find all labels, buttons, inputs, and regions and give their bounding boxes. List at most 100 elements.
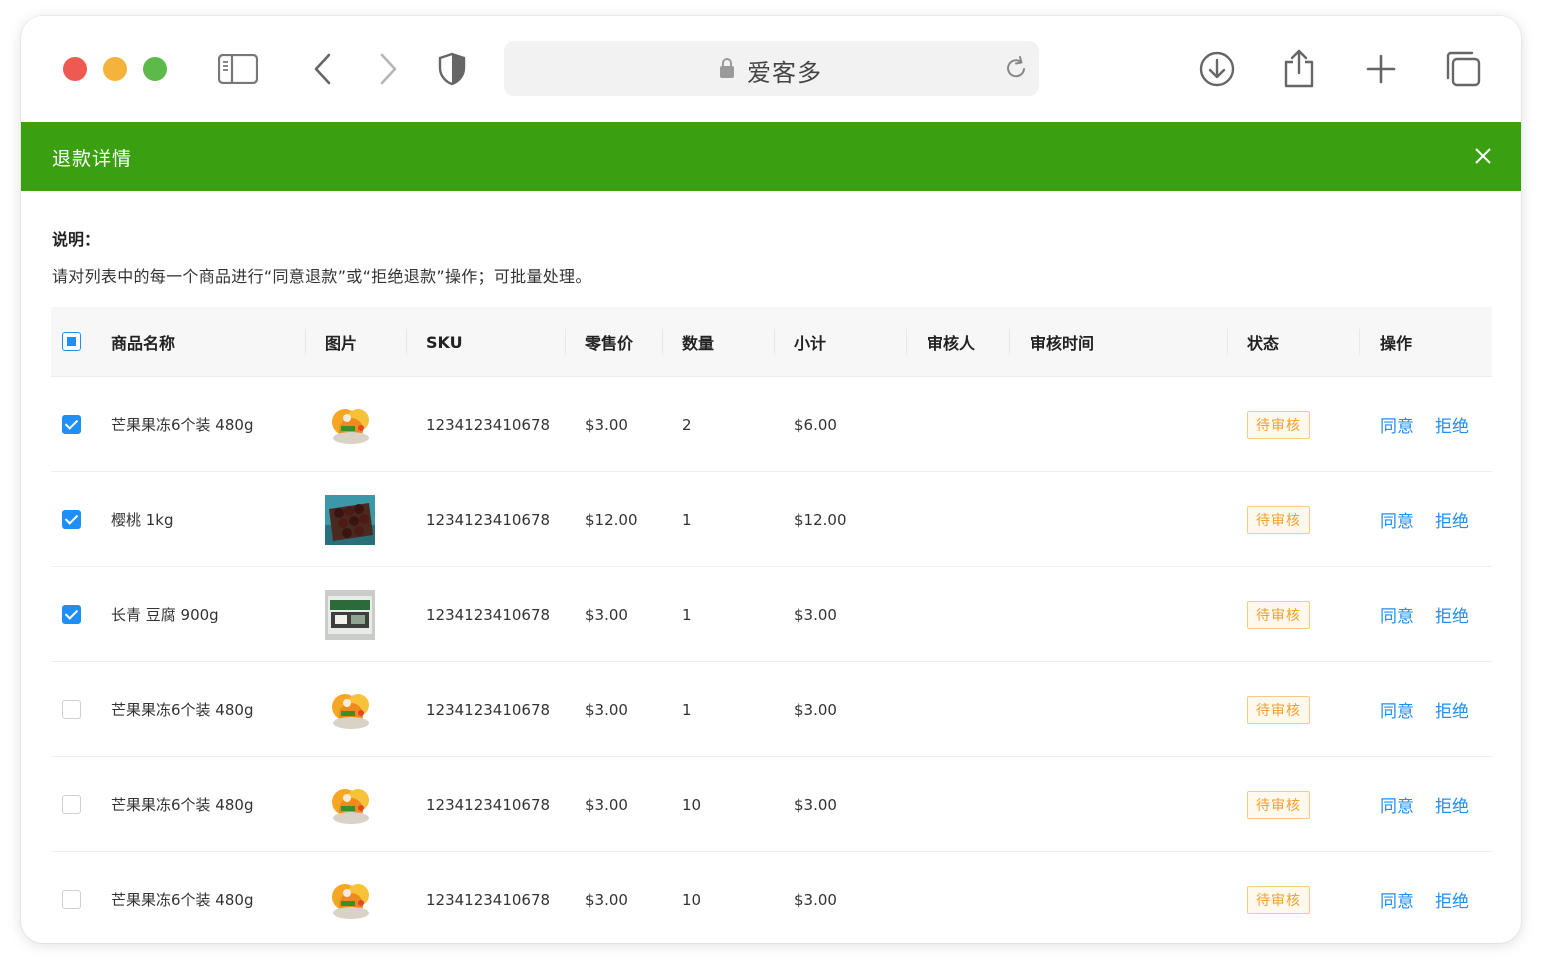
approve-link-label[interactable]: 同意 (1380, 507, 1414, 532)
status-cell: 待审核 (1247, 567, 1310, 662)
status-badge: 待审核 (1247, 885, 1310, 914)
row-checkbox[interactable] (62, 510, 81, 529)
reject-link-label[interactable]: 拒绝 (1435, 792, 1469, 817)
row-checkbox[interactable] (62, 890, 81, 909)
approve-link-label[interactable]: 同意 (1380, 697, 1414, 722)
zoom-window-button[interactable] (143, 57, 167, 81)
approve-link-label[interactable]: 同意 (1380, 792, 1414, 817)
retail-price: $3.00 (585, 700, 628, 719)
retail-price: $3.00 (585, 890, 628, 909)
share-button[interactable] (1278, 48, 1320, 90)
privacy-shield-button[interactable] (431, 48, 473, 90)
sidebar-icon (218, 54, 258, 84)
approve-link[interactable]: 同意 (1380, 472, 1414, 567)
header-subtotal: 小计 (794, 334, 827, 353)
product-sku: 1234123410678 (426, 700, 551, 719)
product-name: 芒果果冻6个装 480g (111, 416, 254, 434)
cherry-image (325, 494, 375, 545)
reject-link[interactable]: 拒绝 (1435, 852, 1469, 943)
reject-link[interactable]: 拒绝 (1435, 757, 1469, 852)
subtotal: $3.00 (794, 605, 837, 624)
approve-link[interactable]: 同意 (1380, 377, 1414, 472)
tab-overview-button[interactable] (1442, 48, 1484, 90)
header-status: 状态 (1247, 334, 1280, 353)
quantity: 1 (682, 510, 692, 529)
close-window-button[interactable] (63, 57, 87, 81)
approve-link[interactable]: 同意 (1380, 567, 1414, 662)
approve-link-label[interactable]: 同意 (1380, 412, 1414, 437)
quantity: 10 (682, 890, 702, 909)
product-sku: 1234123410678 (426, 605, 551, 624)
approve-link-label[interactable]: 同意 (1380, 887, 1414, 912)
browser-toolbar: 爱客多 (21, 16, 1521, 122)
status-badge: 待审核 (1247, 790, 1310, 819)
browser-window: 爱客多 退款详情 说明： 请对列表中的每一个商品进行“同意退款”或“拒绝退款”操… (21, 16, 1521, 943)
product-image (325, 757, 375, 852)
table-row: 樱桃 1kg 1234123410678 $12.00 1 $12.00 待审核… (51, 472, 1492, 567)
lock-icon (720, 58, 734, 78)
mango-jelly-image (332, 788, 369, 824)
product-sku: 1234123410678 (426, 415, 551, 434)
status-cell: 待审核 (1247, 377, 1310, 472)
reject-link[interactable]: 拒绝 (1435, 472, 1469, 567)
retail-price: $3.00 (585, 415, 628, 434)
forward-button[interactable] (367, 48, 409, 90)
reject-link[interactable]: 拒绝 (1435, 662, 1469, 757)
new-tab-button[interactable] (1360, 48, 1402, 90)
reload-icon[interactable] (1003, 55, 1029, 81)
product-image (325, 852, 375, 943)
share-icon (1284, 49, 1314, 88)
row-checkbox[interactable] (62, 605, 81, 624)
header-actions: 操作 (1380, 334, 1413, 353)
header-name: 商品名称 (111, 334, 176, 353)
row-checkbox[interactable] (62, 795, 81, 814)
quantity: 1 (682, 605, 692, 624)
downloads-button[interactable] (1196, 48, 1238, 90)
approve-link[interactable]: 同意 (1380, 852, 1414, 943)
header-review-time: 审核时间 (1030, 334, 1095, 353)
reject-link-label[interactable]: 拒绝 (1435, 887, 1469, 912)
table-row: 芒果果冻6个装 480g 1234123410678 $3.00 10 $3.0… (51, 757, 1492, 852)
header-reviewer: 审核人 (927, 334, 976, 353)
status-cell: 待审核 (1247, 472, 1310, 567)
reject-link-label[interactable]: 拒绝 (1435, 412, 1469, 437)
product-name: 芒果果冻6个装 480g (111, 796, 254, 814)
description-text: 请对列表中的每一个商品进行“同意退款”或“拒绝退款”操作；可批量处理。 (52, 267, 592, 286)
table-body: 芒果果冻6个装 480g 1234123410678 $3.00 2 $6.00… (51, 377, 1492, 943)
sidebar-toggle-button[interactable] (217, 48, 259, 90)
close-icon[interactable] (1473, 146, 1493, 166)
reject-link[interactable]: 拒绝 (1435, 567, 1469, 662)
retail-price: $3.00 (585, 605, 628, 624)
table-row: 芒果果冻6个装 480g 1234123410678 $3.00 1 $3.00… (51, 662, 1492, 757)
mango-jelly-image (332, 693, 369, 729)
reject-link-label[interactable]: 拒绝 (1435, 507, 1469, 532)
reject-link[interactable]: 拒绝 (1435, 377, 1469, 472)
address-bar[interactable]: 爱客多 (504, 41, 1039, 96)
product-image (325, 567, 375, 662)
reject-link-label[interactable]: 拒绝 (1435, 602, 1469, 627)
retail-price: $12.00 (585, 510, 638, 529)
product-image (325, 662, 375, 757)
approve-link-label[interactable]: 同意 (1380, 602, 1414, 627)
subtotal: $12.00 (794, 510, 847, 529)
row-checkbox[interactable] (62, 415, 81, 434)
minimize-window-button[interactable] (103, 57, 127, 81)
quantity: 2 (682, 415, 692, 434)
approve-link[interactable]: 同意 (1380, 662, 1414, 757)
tabs-icon (1446, 51, 1481, 87)
table-row: 芒果果冻6个装 480g 1234123410678 $3.00 2 $6.00… (51, 377, 1492, 472)
modal-title: 退款详情 (52, 148, 133, 170)
chevron-right-icon (380, 53, 397, 85)
subtotal: $3.00 (794, 700, 837, 719)
mango-jelly-image (332, 883, 369, 919)
row-checkbox[interactable] (62, 700, 81, 719)
refund-items-table: 商品名称 图片 SKU 零售价 数量 小计 审核人 审核时间 状态 操作 芒果果… (51, 307, 1492, 943)
quantity: 1 (682, 700, 692, 719)
back-button[interactable] (302, 48, 344, 90)
description-label: 说明： (52, 230, 101, 249)
approve-link[interactable]: 同意 (1380, 757, 1414, 852)
select-all-checkbox[interactable] (62, 332, 81, 351)
table-header: 商品名称 图片 SKU 零售价 数量 小计 审核人 审核时间 状态 操作 (51, 307, 1492, 377)
product-name: 芒果果冻6个装 480g (111, 701, 254, 719)
reject-link-label[interactable]: 拒绝 (1435, 697, 1469, 722)
